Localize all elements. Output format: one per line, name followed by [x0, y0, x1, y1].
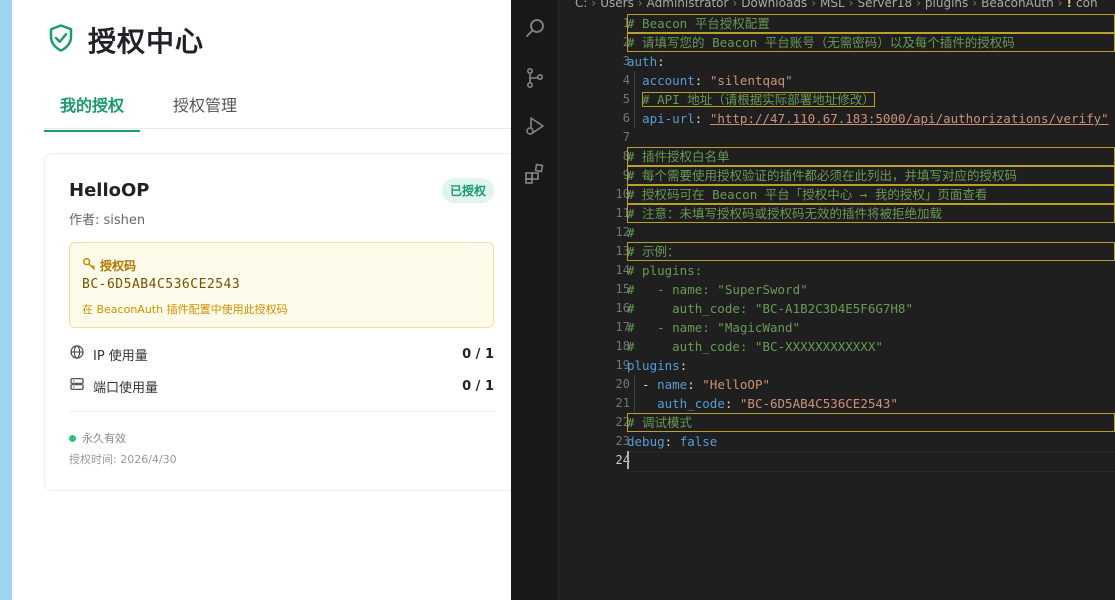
- breadcrumb-item[interactable]: C:: [575, 0, 587, 10]
- tab-authorization-management[interactable]: 授权管理: [157, 92, 253, 130]
- line-number: 23: [615, 434, 630, 448]
- search-icon[interactable]: [523, 16, 547, 40]
- ip-usage-label: IP 使用量: [93, 348, 148, 364]
- yaml-file-icon: !: [1066, 0, 1073, 10]
- port-usage-value: 0 / 1: [462, 378, 494, 394]
- line-number: 13: [615, 244, 630, 258]
- activity-bar: [511, 0, 559, 600]
- page-header: 授权中心: [46, 20, 204, 60]
- line-number: 3: [622, 54, 630, 68]
- line-number-gutter: 1 2 3 4 5 6 7 8 9 10 11 12 13 14 15 16 1…: [558, 14, 630, 470]
- line-number: 9: [622, 168, 630, 182]
- code-line: plugins:: [627, 358, 688, 373]
- line-number: 12: [615, 225, 630, 239]
- validity-text: 永久有效: [82, 432, 126, 445]
- tab-bar: 我的授权 授权管理: [44, 84, 511, 132]
- key-icon: [82, 257, 96, 274]
- shield-check-icon: [46, 23, 76, 57]
- text-cursor: [627, 451, 629, 469]
- line-number: 10: [615, 187, 630, 201]
- line-number: 22: [615, 415, 630, 429]
- code-line: # 注意：未填写授权码或授权码无效的插件将被拒绝加载: [627, 204, 1115, 223]
- breadcrumb-item[interactable]: BeaconAuth: [981, 0, 1054, 10]
- line-number: 14: [615, 263, 630, 277]
- code-line: debug: false: [627, 434, 718, 449]
- code-line: # - name: "SuperSword": [627, 282, 808, 297]
- code-line: # Beacon 平台授权配置: [627, 14, 1115, 33]
- line-number: 15: [615, 282, 630, 296]
- breadcrumb-item[interactable]: Downloads: [741, 0, 807, 10]
- breadcrumb-item[interactable]: MSL: [820, 0, 845, 10]
- code-line: api-url: "http://47.110.67.183:5000/api/…: [642, 111, 1109, 126]
- code-area[interactable]: # Beacon 平台授权配置 # 请填写您的 Beacon 平台账号（无需密码…: [627, 14, 1115, 470]
- line-number: 24: [615, 453, 630, 467]
- breadcrumb-item[interactable]: Users: [600, 0, 634, 10]
- code-editor-window: C: › Users › Administrator › Downloads › MSL › Ser…: [511, 0, 1115, 600]
- line-number: 6: [622, 111, 630, 125]
- code-line: # auth_code: "BC-XXXXXXXXXXXX": [627, 339, 883, 354]
- plugin-name: HelloOP: [69, 180, 150, 201]
- code-line: # 授权码可在 Beacon 平台「授权中心 → 我的授权」页面查看: [627, 185, 1115, 204]
- port-usage-label: 端口使用量: [93, 380, 159, 396]
- line-number: 18: [615, 339, 630, 353]
- auth-code-box: 授权码 BC-6D5AB4C536CE2543 在 BeaconAuth 插件配…: [69, 242, 494, 328]
- code-line: # 调试模式: [627, 413, 1115, 432]
- ip-usage-value: 0 / 1: [462, 346, 494, 362]
- breadcrumb-item[interactable]: con: [1076, 0, 1098, 10]
- line-number: 21: [615, 396, 630, 410]
- auth-code-heading: 授权码: [82, 257, 136, 274]
- page-title: 授权中心: [88, 25, 205, 58]
- plugin-author: 作者: sishen: [69, 213, 146, 228]
- run-debug-icon[interactable]: [523, 114, 547, 138]
- server-icon: [69, 376, 93, 396]
- auth-center-page: 授权中心 我的授权 授权管理 HelloOP 作者: sishen 已授权 授权…: [12, 0, 511, 600]
- auth-time: 授权时间: 2026/4/30: [69, 453, 177, 466]
- auth-code-value[interactable]: BC-6D5AB4C536CE2543: [82, 277, 240, 292]
- breadcrumb-item[interactable]: Administrator: [647, 0, 729, 10]
- line-number: 4: [622, 73, 630, 87]
- source-control-icon[interactable]: [523, 66, 547, 90]
- code-line: # auth_code: "BC-A1B2C3D4E5F6G7H8": [627, 301, 913, 316]
- line-number: 7: [622, 130, 630, 144]
- code-line: # 示例：: [627, 242, 1115, 261]
- line-number: 19: [615, 358, 630, 372]
- globe-icon: [69, 344, 93, 364]
- code-line: # API 地址（请根据实际部署地址修改）: [642, 92, 875, 107]
- code-line: auth:: [627, 54, 665, 69]
- extensions-icon[interactable]: [523, 162, 547, 186]
- line-number: 16: [615, 301, 630, 315]
- status-dot-icon: [69, 434, 76, 442]
- line-number: 5: [622, 92, 630, 106]
- auth-code-label: 授权码: [100, 259, 137, 273]
- line-number: 8: [622, 149, 630, 163]
- code-line: - name: "HelloOP": [627, 377, 771, 392]
- validity-status: 永久有效: [69, 430, 126, 446]
- code-line: account: "silentqaq": [642, 73, 793, 88]
- port-usage-row: 端口使用量 0 / 1: [69, 376, 494, 396]
- code-line: #: [627, 225, 635, 240]
- line-number: 11: [615, 206, 630, 220]
- code-line: # 每个需要使用授权验证的插件都必须在此列出，并填写对应的授权码: [627, 166, 1115, 185]
- breadcrumb: C: › Users › Administrator › Downloads › MSL › Ser…: [575, 0, 1098, 10]
- line-number: 2: [622, 35, 630, 49]
- desktop-edge: [0, 0, 12, 600]
- ip-usage-row: IP 使用量 0 / 1: [69, 344, 494, 364]
- line-number: 1: [622, 16, 630, 30]
- status-badge: 已授权: [442, 178, 495, 203]
- code-line: # 请填写您的 Beacon 平台账号（无需密码）以及每个插件的授权码: [627, 33, 1115, 52]
- auth-code-hint: 在 BeaconAuth 插件配置中使用此授权码: [82, 303, 288, 316]
- breadcrumb-item[interactable]: plugins: [925, 0, 968, 10]
- code-line: # - name: "MagicWand": [627, 320, 801, 335]
- card-divider: [69, 411, 494, 412]
- code-line: auth_code: "BC-6D5AB4C536CE2543": [657, 396, 898, 411]
- tab-my-authorizations[interactable]: 我的授权: [44, 92, 141, 132]
- line-number: 17: [615, 320, 630, 334]
- code-line: # 插件授权白名单: [627, 147, 1115, 166]
- breadcrumb-item[interactable]: Server18: [857, 0, 912, 10]
- line-number: 20: [615, 377, 630, 391]
- plugin-card: HelloOP 作者: sishen 已授权 授权码 BC-6D5AB4C536…: [44, 153, 511, 491]
- code-line: # plugins:: [627, 263, 703, 278]
